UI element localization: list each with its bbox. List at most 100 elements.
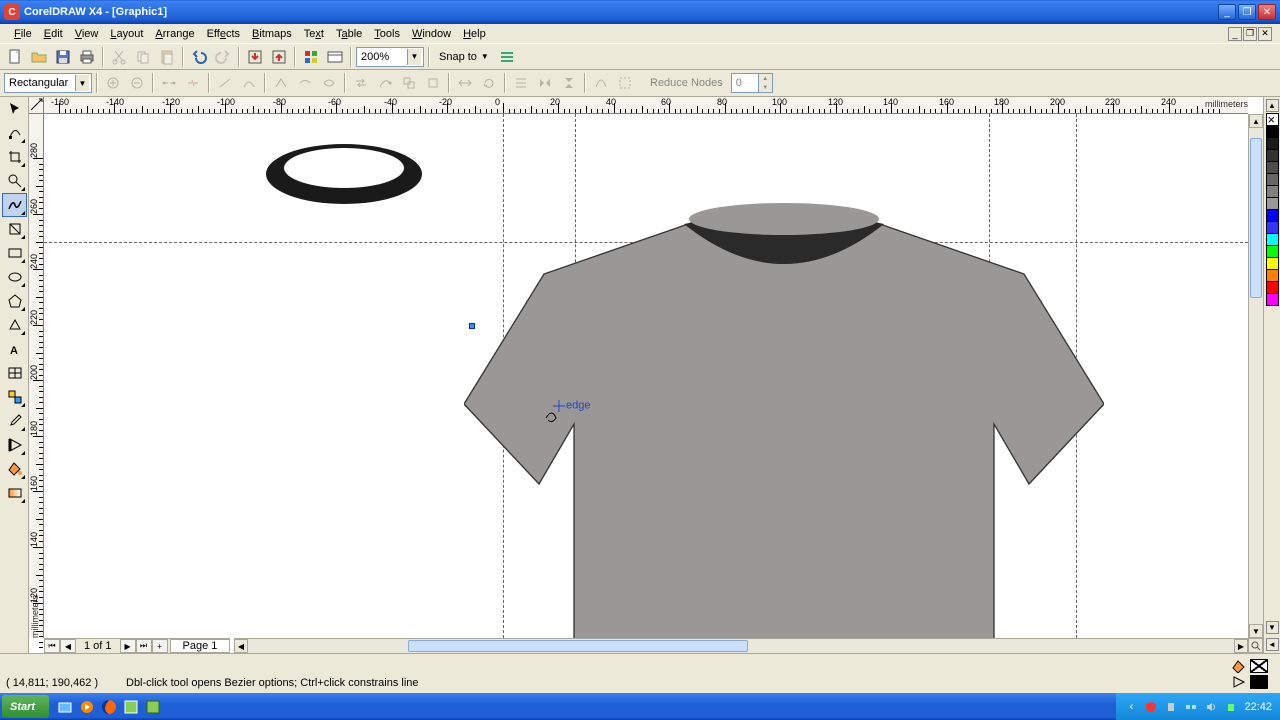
coreldraw-task-icon[interactable]	[121, 697, 141, 717]
rectangle-tool[interactable]	[2, 241, 27, 265]
color-swatch[interactable]	[1266, 293, 1279, 306]
interactive-fill-tool[interactable]	[2, 481, 27, 505]
smooth-node-button[interactable]	[294, 72, 316, 94]
stretch-nodes-button[interactable]	[454, 72, 476, 94]
tray-volume-icon[interactable]	[1204, 700, 1218, 714]
new-button[interactable]	[4, 46, 26, 68]
fill-tool[interactable]	[2, 457, 27, 481]
palette-down-button[interactable]: ▼	[1266, 621, 1279, 634]
close-curve-button[interactable]	[422, 72, 444, 94]
menu-window[interactable]: Window	[406, 26, 457, 42]
show-desktop-icon[interactable]	[55, 697, 75, 717]
prev-page-button[interactable]: ◀	[60, 639, 76, 653]
options-button[interactable]	[496, 46, 518, 68]
reverse-direction-button[interactable]	[350, 72, 372, 94]
align-nodes-button[interactable]	[510, 72, 532, 94]
close-button[interactable]: ✕	[1258, 4, 1276, 20]
menu-file[interactable]: File	[8, 26, 38, 42]
no-color-swatch[interactable]	[1266, 113, 1279, 126]
scroll-right-button[interactable]: ▶	[1234, 639, 1248, 653]
outline-swatch[interactable]	[1250, 675, 1268, 689]
horizontal-scrollbar[interactable]: ◀ ▶	[234, 638, 1248, 653]
reflect-h-button[interactable]	[534, 72, 556, 94]
rotate-nodes-button[interactable]	[478, 72, 500, 94]
text-tool[interactable]: A	[2, 337, 27, 361]
tray-expand-icon[interactable]: ‹	[1124, 700, 1138, 714]
paste-button[interactable]	[156, 46, 178, 68]
redo-button[interactable]	[212, 46, 234, 68]
palette-expand-button[interactable]: ◄	[1266, 638, 1279, 651]
extract-subpath-button[interactable]	[398, 72, 420, 94]
app-launcher-button[interactable]	[300, 46, 322, 68]
freehand-tool[interactable]	[2, 193, 27, 217]
maximize-button[interactable]: ❐	[1238, 4, 1256, 20]
start-button[interactable]: Start	[2, 695, 49, 718]
polygon-tool[interactable]	[2, 289, 27, 313]
menu-help[interactable]: Help	[457, 26, 492, 42]
basic-shapes-tool[interactable]	[2, 313, 27, 337]
minimize-button[interactable]: _	[1218, 4, 1236, 20]
scroll-up-button[interactable]: ▲	[1249, 114, 1263, 128]
extend-curve-button[interactable]	[374, 72, 396, 94]
ruler-origin-button[interactable]	[29, 97, 44, 114]
selection-mode-combo[interactable]: Rectangular ▼	[4, 73, 92, 93]
media-player-icon[interactable]	[77, 697, 97, 717]
copy-button[interactable]	[132, 46, 154, 68]
cut-button[interactable]	[108, 46, 130, 68]
tray-power-icon[interactable]	[1224, 700, 1238, 714]
drawing-canvas[interactable]: edge	[44, 114, 1248, 638]
menu-view[interactable]: View	[69, 26, 105, 42]
shape-tool[interactable]	[2, 121, 27, 145]
crop-tool[interactable]	[2, 145, 27, 169]
pick-tool[interactable]	[2, 97, 27, 121]
menu-edit[interactable]: Edit	[38, 26, 69, 42]
zoom-tool[interactable]	[2, 169, 27, 193]
export-button[interactable]	[268, 46, 290, 68]
menu-tools[interactable]: Tools	[368, 26, 406, 42]
table-tool[interactable]	[2, 361, 27, 385]
ellipse-tool[interactable]	[2, 265, 27, 289]
add-node-button[interactable]	[102, 72, 124, 94]
join-nodes-button[interactable]	[158, 72, 180, 94]
doc-restore-button[interactable]: ❐	[1243, 27, 1257, 41]
interactive-blend-tool[interactable]	[2, 385, 27, 409]
menu-arrange[interactable]: Arrange	[149, 26, 200, 42]
first-page-button[interactable]: ⏮	[44, 639, 60, 653]
ellipse-ring-object[interactable]	[264, 142, 424, 206]
import-button[interactable]	[244, 46, 266, 68]
doc-minimize-button[interactable]: _	[1228, 27, 1242, 41]
vertical-ruler[interactable]: millimeters 280260240220200180160140120	[29, 114, 44, 638]
horizontal-ruler[interactable]: millimeters -160-140-120-100-80-60-40-20…	[44, 97, 1248, 114]
last-page-button[interactable]: ⏭	[136, 639, 152, 653]
page-tab[interactable]: Page 1	[170, 639, 231, 653]
palette-up-button[interactable]: ▲	[1266, 99, 1279, 112]
bezier-node-marker[interactable]	[469, 323, 475, 329]
zoom-level-combo[interactable]: 200% ▼	[356, 47, 424, 67]
vertical-scrollbar[interactable]: ▲ ▼	[1248, 114, 1263, 638]
outline-tool[interactable]	[2, 433, 27, 457]
menu-bitmaps[interactable]: Bitmaps	[246, 26, 298, 42]
fill-swatch[interactable]	[1250, 659, 1268, 673]
symmetric-node-button[interactable]	[318, 72, 340, 94]
doc-close-button[interactable]: ✕	[1258, 27, 1272, 41]
save-button[interactable]	[52, 46, 74, 68]
smart-fill-tool[interactable]	[2, 217, 27, 241]
navigator-button[interactable]	[1248, 638, 1263, 653]
add-page-button[interactable]: +	[152, 639, 168, 653]
tray-shield-icon[interactable]	[1144, 700, 1158, 714]
firefox-icon[interactable]	[99, 697, 119, 717]
to-line-button[interactable]	[214, 72, 236, 94]
tray-clock[interactable]: 22:42	[1244, 701, 1272, 713]
reflect-v-button[interactable]	[558, 72, 580, 94]
menu-effects[interactable]: Effects	[201, 26, 246, 42]
eyedropper-tool[interactable]	[2, 409, 27, 433]
next-page-button[interactable]: ▶	[120, 639, 136, 653]
reduce-nodes-spinner[interactable]: 0 ▲▼	[731, 73, 773, 93]
select-all-nodes-button[interactable]	[614, 72, 636, 94]
scroll-down-button[interactable]: ▼	[1249, 624, 1263, 638]
menu-layout[interactable]: Layout	[104, 26, 149, 42]
elastic-mode-button[interactable]	[590, 72, 612, 94]
undo-button[interactable]	[188, 46, 210, 68]
open-button[interactable]	[28, 46, 50, 68]
welcome-screen-button[interactable]	[324, 46, 346, 68]
